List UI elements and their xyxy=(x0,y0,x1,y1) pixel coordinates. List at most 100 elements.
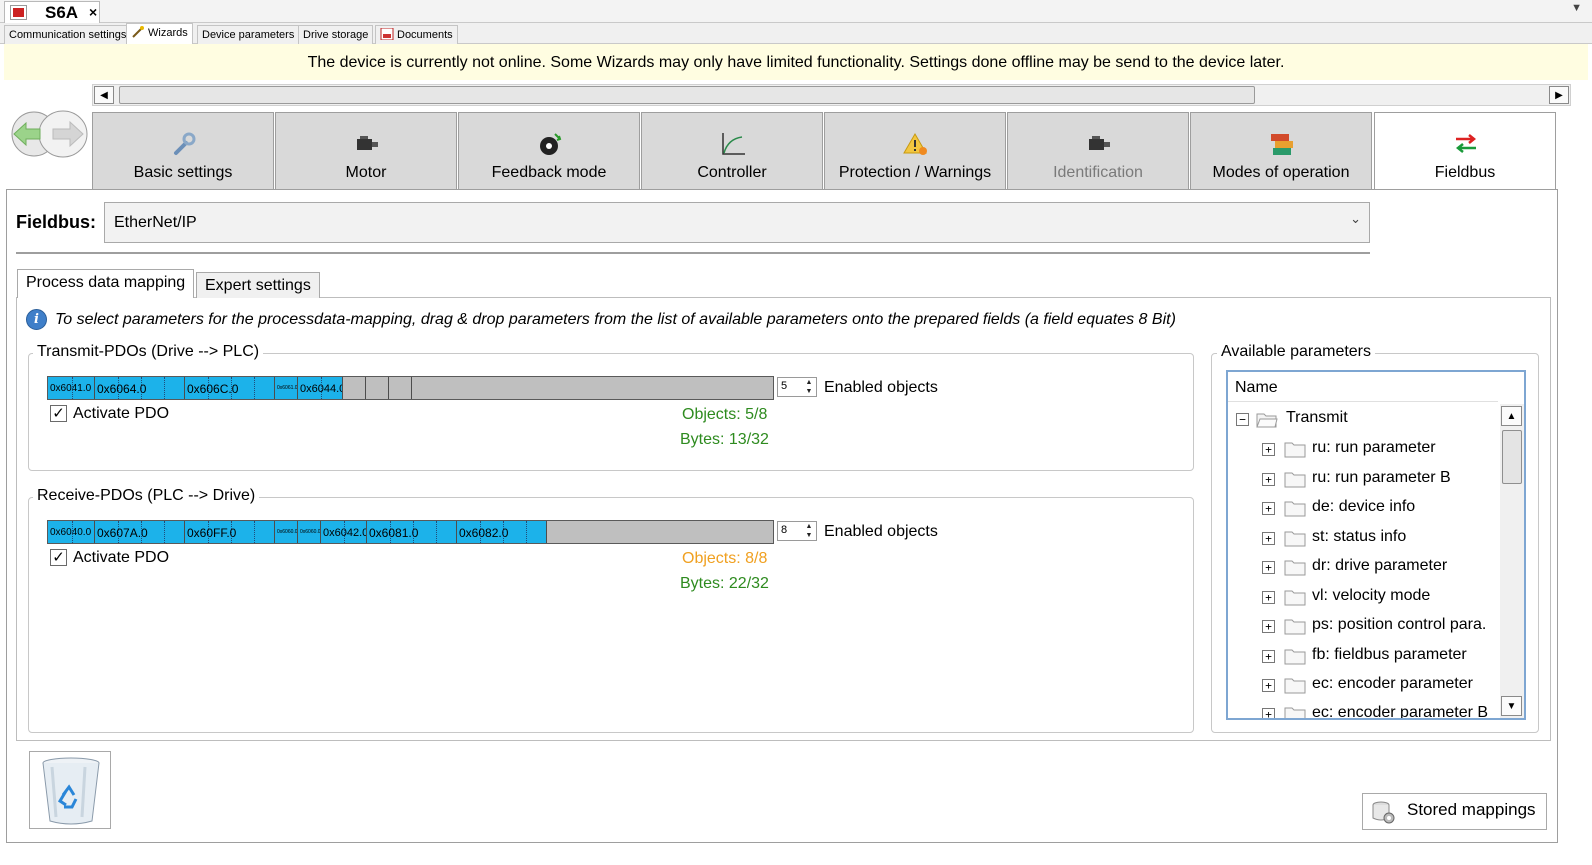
stepper-down-icon[interactable]: ▼ xyxy=(803,387,815,396)
expand-icon[interactable]: + xyxy=(1262,620,1275,633)
expand-icon[interactable]: + xyxy=(1262,708,1275,718)
wizard-tab-basic-settings[interactable]: Basic settings xyxy=(92,112,274,189)
folder-icon xyxy=(1284,649,1306,665)
stored-mappings-label: Stored mappings xyxy=(1407,800,1536,819)
wizard-tab-motor[interactable]: Motor xyxy=(275,112,457,189)
pdo-field[interactable]: 0x6082.0 xyxy=(457,521,547,543)
pdo-field[interactable]: 0x6060.0 xyxy=(275,521,298,543)
scroll-down-button[interactable]: ▼ xyxy=(1501,696,1522,716)
tab-label: Expert settings xyxy=(205,277,311,294)
expand-icon[interactable]: + xyxy=(1262,591,1275,604)
wizard-tab-label: Controller xyxy=(697,164,767,181)
pdo-field[interactable]: 0x6064.0 xyxy=(95,377,185,399)
pdo-field[interactable]: 0x6081.0 xyxy=(367,521,457,543)
wizard-tab-modes-of-operation[interactable]: Modes of operation xyxy=(1190,112,1372,189)
fieldbus-label: Fieldbus: xyxy=(16,212,96,232)
exchange-arrows-icon xyxy=(1455,134,1477,153)
wrench-icon xyxy=(174,132,196,155)
receive-enabled-objects-stepper[interactable]: 8 ▲ ▼ xyxy=(777,521,817,541)
tab-communication-settings[interactable]: Communication settings xyxy=(4,25,132,44)
expand-icon[interactable]: + xyxy=(1262,561,1275,574)
separator-line xyxy=(16,252,1370,254)
tree-clip: + ec: encoder parameter B xyxy=(1228,700,1498,718)
scrollbar-thumb[interactable] xyxy=(1502,430,1522,484)
expand-icon[interactable]: + xyxy=(1262,650,1275,663)
activate-pdo-label: Activate PDO xyxy=(73,549,170,566)
wizard-tab-feedback-mode[interactable]: Feedback mode xyxy=(458,112,640,189)
wizard-tab-fieldbus[interactable]: Fieldbus xyxy=(1374,112,1556,190)
expand-icon[interactable]: + xyxy=(1262,502,1275,515)
app-logo-icon xyxy=(10,5,27,20)
stepper-down-icon[interactable]: ▼ xyxy=(803,531,815,540)
document-title: S6A xyxy=(45,3,79,22)
receive-pdos-title: Receive-PDOs (PLC --> Drive) xyxy=(33,487,260,505)
tab-label: Process data mapping xyxy=(26,274,186,291)
receive-pdo-bar[interactable]: 0x6040.0 0x607A.0 0x60FF.0 0x6060.0 0x60… xyxy=(47,520,774,544)
wizard-tab-identification[interactable]: Identification xyxy=(1007,112,1189,189)
back-forward-nav[interactable] xyxy=(8,109,88,159)
tree-vertical-scrollbar[interactable]: ▲ ▼ xyxy=(1500,404,1524,718)
tab-documents[interactable]: Documents xyxy=(375,25,458,44)
tab-label: Communication settings xyxy=(9,29,127,41)
scroll-up-button[interactable]: ▲ xyxy=(1501,406,1522,426)
encoder-icon xyxy=(540,133,562,155)
tree-column-header[interactable]: Name xyxy=(1228,372,1498,402)
pdo-empty-field[interactable] xyxy=(389,377,412,399)
tab-expert-settings[interactable]: Expert settings xyxy=(196,272,320,298)
pdo-empty-field[interactable] xyxy=(366,377,389,399)
receive-bytes-count: Bytes: 22/32 xyxy=(680,575,769,592)
tree-node-label: de: device info xyxy=(1312,498,1416,515)
document-tab[interactable]: S6A × xyxy=(4,1,100,23)
recycle-bin-icon xyxy=(42,757,100,825)
chevron-down-icon[interactable]: ▼ xyxy=(1571,2,1582,14)
folder-icon xyxy=(1284,472,1306,488)
fieldbus-dropdown-value: EtherNet/IP xyxy=(114,214,197,231)
scroll-left-button[interactable]: ◀ xyxy=(94,86,114,104)
tree-node-label: ec: encoder parameter B xyxy=(1312,704,1489,718)
close-icon[interactable]: × xyxy=(89,4,97,20)
transmit-activate-pdo-checkbox[interactable]: ✓ xyxy=(50,405,67,422)
tree-node-label: ru: run parameter B xyxy=(1312,469,1451,486)
wizard-tab-protection-warnings[interactable]: Protection / Warnings xyxy=(824,112,1006,189)
navigation-tab-strip: Communication settings Wizards Device pa… xyxy=(0,23,1592,45)
pdo-field[interactable]: 0x607A.0 xyxy=(95,521,185,543)
tab-drive-storage[interactable]: Drive storage xyxy=(298,25,374,44)
stepper-up-icon[interactable]: ▲ xyxy=(803,522,815,531)
warning-icon xyxy=(903,133,927,155)
horizontal-scrollbar[interactable]: ◀ ▶ xyxy=(92,84,1571,106)
pdo-empty-field[interactable] xyxy=(343,377,366,399)
curve-icon xyxy=(722,133,745,155)
wizard-tab-label: Identification xyxy=(1053,164,1143,181)
stepper-up-icon[interactable]: ▲ xyxy=(803,378,815,387)
expand-icon[interactable]: + xyxy=(1262,443,1275,456)
transmit-enabled-objects-stepper[interactable]: 5 ▲ ▼ xyxy=(777,377,817,397)
scroll-right-button[interactable]: ▶ xyxy=(1549,86,1569,104)
scrollbar-thumb[interactable] xyxy=(119,86,1255,104)
pdo-field[interactable]: 0x6060.0 xyxy=(298,521,321,543)
transmit-pdo-bar[interactable]: 0x6041.0 0x6064.0 0x606C.0 0x6061.0 0x60… xyxy=(47,376,774,400)
collapse-icon[interactable]: − xyxy=(1236,413,1249,426)
folder-icon xyxy=(1284,619,1306,635)
trash-drop-zone[interactable] xyxy=(29,751,111,829)
pdo-field[interactable]: 0x606C.0 xyxy=(185,377,275,399)
expand-icon[interactable]: + xyxy=(1262,532,1275,545)
wizard-tab-controller[interactable]: Controller xyxy=(641,112,823,189)
tab-label: Wizards xyxy=(148,27,188,39)
tab-process-data-mapping[interactable]: Process data mapping xyxy=(17,269,195,298)
receive-activate-pdo-checkbox[interactable]: ✓ xyxy=(50,549,67,566)
tab-device-parameters[interactable]: Device parameters xyxy=(197,25,300,44)
info-icon: i xyxy=(26,309,47,330)
stored-mappings-button[interactable]: Stored mappings xyxy=(1362,793,1547,830)
tab-wizards[interactable]: Wizards xyxy=(126,23,193,45)
pdf-document-icon xyxy=(380,28,394,40)
wizard-tab-label: Motor xyxy=(345,164,387,181)
pdo-field[interactable]: 0x6061.0 xyxy=(275,377,298,399)
expand-icon[interactable]: + xyxy=(1262,679,1275,692)
pdo-field[interactable]: 0x60FF.0 xyxy=(185,521,275,543)
modes-icon xyxy=(1271,134,1293,155)
fieldbus-dropdown[interactable]: EtherNet/IP ⌄ xyxy=(104,202,1370,243)
open-folder-icon xyxy=(1256,413,1278,428)
expand-icon[interactable]: + xyxy=(1262,473,1275,486)
transmit-pdos-title: Transmit-PDOs (Drive --> PLC) xyxy=(33,343,264,361)
enabled-objects-label: Enabled objects xyxy=(824,523,938,540)
